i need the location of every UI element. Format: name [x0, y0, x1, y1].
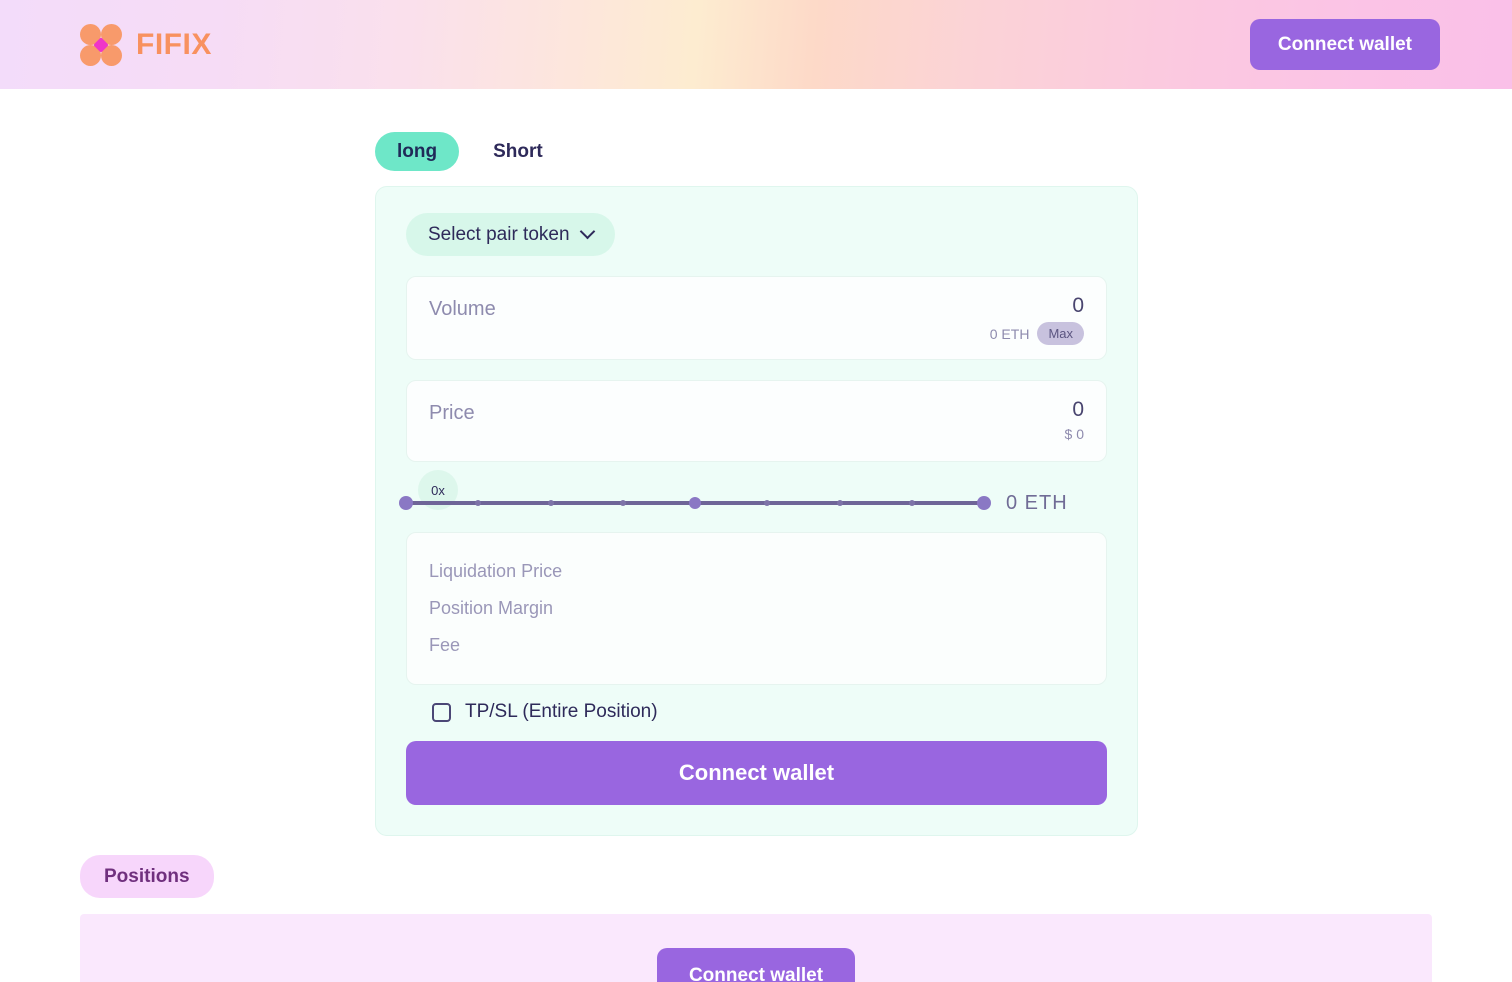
leverage-row: 0x 0 ETH	[399, 470, 1107, 516]
side-tabs: long Short	[375, 132, 1138, 171]
leverage-tick-4[interactable]	[689, 497, 701, 509]
leverage-tick-8[interactable]	[977, 496, 991, 510]
volume-sub: 0 ETH Max	[990, 322, 1084, 345]
summary-row-liquidation-price: Liquidation Price	[429, 553, 1084, 590]
price-label: Price	[429, 402, 475, 424]
trade-connect-wallet-button[interactable]: Connect wallet	[406, 741, 1107, 805]
price-sub: $ 0	[1065, 426, 1084, 442]
summary-label: Liquidation Price	[429, 561, 563, 581]
trade-form-card: Select pair token Volume 0 0 ETH Max Pri…	[375, 186, 1138, 836]
volume-input[interactable]: 0	[1072, 295, 1084, 316]
tpsl-row: TP/SL (Entire Position)	[406, 701, 1107, 723]
tab-short[interactable]: Short	[471, 132, 565, 171]
summary-row-fee: Fee	[429, 627, 1084, 664]
position-summary-card: Liquidation Price Position Margin Fee	[406, 532, 1107, 685]
app-header: FIFIX Connect wallet	[0, 0, 1512, 89]
fifix-logo-icon	[80, 23, 122, 66]
leverage-tick-0[interactable]	[399, 496, 413, 510]
volume-field[interactable]: Volume 0 0 ETH Max	[406, 276, 1107, 360]
volume-balance: 0 ETH	[989, 325, 1030, 342]
header-connect-wallet-button[interactable]: Connect wallet	[1249, 19, 1440, 70]
summary-label: Fee	[429, 635, 461, 655]
leverage-slider[interactable]	[399, 490, 991, 516]
volume-max-button[interactable]: Max	[1037, 322, 1084, 345]
price-usd-value: $ 0	[1064, 426, 1084, 442]
summary-label: Position Margin	[429, 598, 554, 618]
volume-label: Volume	[429, 298, 496, 320]
price-field[interactable]: Price 0 $ 0	[406, 380, 1107, 462]
tab-positions[interactable]: Positions	[80, 855, 214, 898]
positions-panel: Connect wallet	[80, 914, 1432, 982]
brand-name: FIFIX	[136, 27, 212, 61]
tpsl-label[interactable]: TP/SL (Entire Position)	[465, 701, 658, 723]
leverage-tick-7[interactable]	[908, 500, 915, 506]
leverage-tick-3[interactable]	[619, 500, 626, 506]
leverage-tick-1[interactable]	[475, 500, 482, 506]
price-input[interactable]: 0	[1072, 399, 1084, 420]
brand: FIFIX	[80, 23, 212, 66]
price-right: 0 $ 0	[1065, 399, 1084, 442]
tab-long[interactable]: long	[375, 132, 460, 171]
leverage-tick-5[interactable]	[764, 500, 771, 506]
chevron-down-icon	[579, 223, 595, 240]
volume-right: 0 0 ETH Max	[990, 295, 1084, 345]
positions-section: Positions Connect wallet	[80, 855, 1432, 982]
leverage-value: 0 ETH	[1006, 491, 1068, 514]
summary-row-position-margin: Position Margin	[429, 590, 1084, 627]
select-pair-token-dropdown[interactable]: Select pair token	[406, 213, 615, 256]
main-content: long Short Select pair token Volume 0 0 …	[0, 89, 1512, 982]
trade-panel: long Short Select pair token Volume 0 0 …	[375, 132, 1138, 836]
positions-connect-wallet-button[interactable]: Connect wallet	[656, 947, 856, 982]
leverage-tick-2[interactable]	[547, 500, 554, 506]
select-pair-token-label: Select pair token	[428, 224, 570, 245]
leverage-tick-6[interactable]	[836, 500, 843, 506]
tpsl-checkbox[interactable]	[432, 702, 451, 722]
